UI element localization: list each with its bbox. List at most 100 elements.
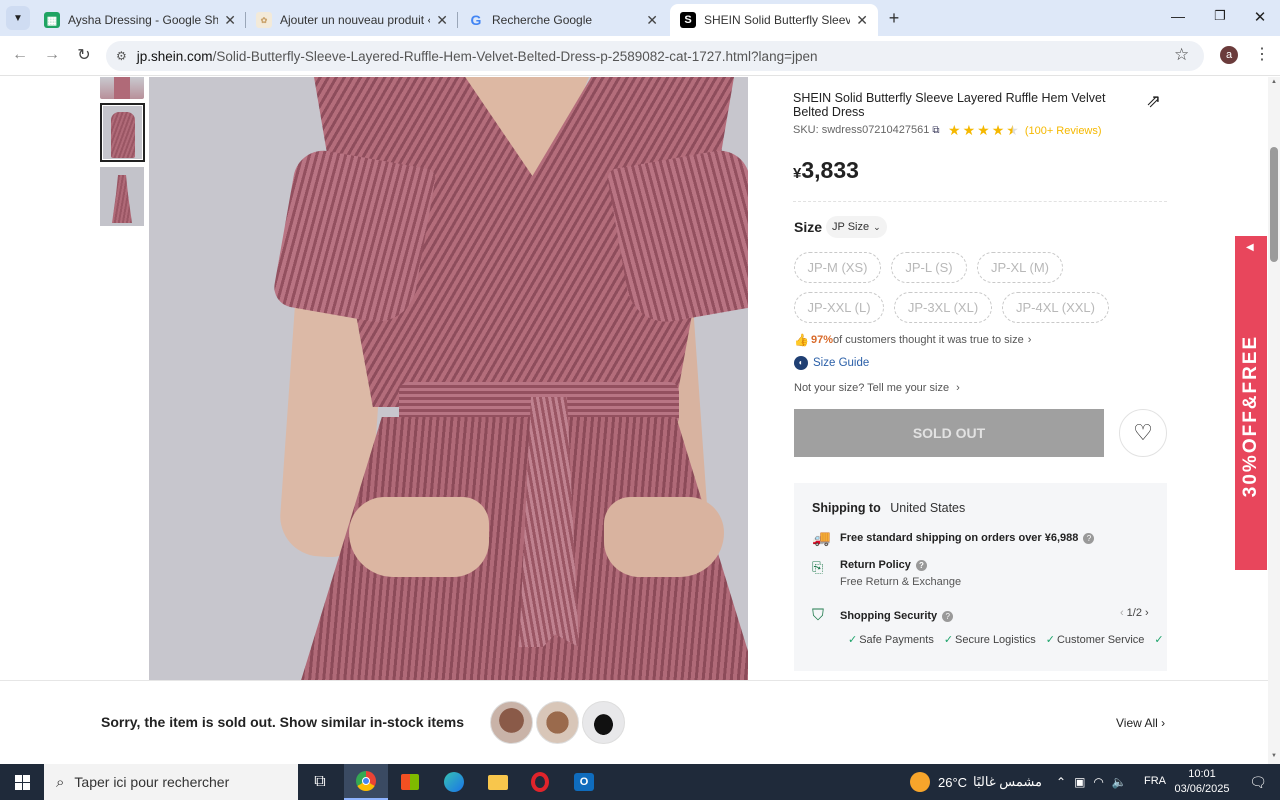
price: ¥3,833	[793, 157, 859, 184]
sold-out-bar: Sorry, the item is sold out. Show simila…	[0, 680, 1268, 764]
tab-google-search[interactable]: G Recherche Google ✕	[458, 4, 668, 36]
site-info-icon[interactable]: ⚙	[116, 49, 127, 63]
close-icon[interactable]: ✕	[646, 12, 658, 29]
close-icon[interactable]: ✕	[856, 12, 868, 29]
not-your-size-link[interactable]: Not your size? Tell me your size ›	[794, 382, 960, 394]
thumbnail-1[interactable]	[100, 77, 144, 99]
wishlist-button[interactable]: ♡	[1119, 409, 1167, 457]
security-items: ✓ Safe Payments ✓ Secure Logistics ✓ Custom…	[848, 633, 1166, 646]
reviews-link[interactable]: (100+ Reviews)	[1025, 125, 1102, 137]
avatar[interactable]: a	[1220, 46, 1238, 64]
thumbnail-2[interactable]	[100, 103, 145, 162]
scrollbar-down-arrow[interactable]: ▼	[1271, 753, 1277, 759]
notifications-icon[interactable]: 🗨	[1236, 764, 1280, 800]
promo-side-tab[interactable]: ◀ 30%OFF&FREE	[1235, 236, 1267, 570]
tab-search-dropdown[interactable]: ▼	[6, 6, 30, 30]
windows-start-button[interactable]	[0, 764, 44, 800]
google-icon: G	[470, 12, 482, 28]
size-option[interactable]: JP-XXL (L)	[794, 292, 884, 323]
volume-icon[interactable]: 🔈	[1112, 775, 1127, 789]
shipping-label: Shipping to	[812, 501, 881, 515]
copy-icon[interactable]: ⧉	[932, 125, 939, 136]
scrollbar-up-arrow[interactable]: ▲	[1271, 79, 1277, 85]
similar-item-thumb[interactable]	[536, 701, 579, 744]
close-window-button[interactable]: ✕	[1246, 8, 1274, 28]
info-icon[interactable]: ?	[942, 610, 954, 622]
size-system-dropdown[interactable]: JP Size ⌄	[826, 216, 887, 238]
free-shipping-row: 🚚 Free standard shipping on orders over …	[812, 529, 1095, 547]
security-item: ✓ Safe Payments	[848, 634, 934, 646]
close-icon[interactable]: ✕	[436, 12, 448, 29]
size-option[interactable]: JP-L (S)	[891, 252, 967, 283]
shein-icon: S	[680, 12, 696, 28]
site-favicon-icon: ✿	[256, 12, 272, 28]
similar-item-thumb[interactable]	[490, 701, 533, 744]
similar-item-thumb[interactable]	[582, 701, 625, 744]
address-bar[interactable]: ⚙ jp.shein.com/Solid-Butterfly-Sleeve-La…	[106, 41, 1204, 71]
outlook-taskbar-icon[interactable]: O	[562, 764, 606, 800]
size-guide-link[interactable]: ◐ Size Guide	[794, 356, 869, 370]
file-explorer-taskbar-icon[interactable]	[476, 764, 520, 800]
return-subtitle: Free Return & Exchange	[840, 576, 962, 588]
edge-taskbar-icon[interactable]	[432, 764, 476, 800]
security-item: ✓ Secure Logistics	[943, 634, 1036, 646]
tab-add-product[interactable]: ✿ Ajouter un nouveau produit ‹ Aysha ✕	[246, 4, 458, 36]
close-icon[interactable]: ✕	[224, 12, 236, 29]
clock[interactable]: 10:01 03/06/2025	[1172, 767, 1232, 797]
clock-time: 10:01	[1188, 768, 1216, 780]
back-button[interactable]: ←	[10, 46, 30, 66]
share-icon[interactable]: ⇗	[1146, 91, 1166, 111]
security-pager[interactable]: ‹ 1/2 ›	[1120, 607, 1149, 619]
chevron-right-icon[interactable]: ›	[1145, 607, 1149, 619]
heart-icon: ♡	[1133, 420, 1153, 445]
opera-taskbar-icon[interactable]	[518, 764, 562, 800]
tab-label: Aysha Dressing - Google Sheets	[68, 13, 219, 27]
return-policy-row[interactable]: ⎘ Return Policy ? Free Return & Exchange	[812, 559, 961, 588]
tab-label: Ajouter un nouveau produit ‹ Aysha	[280, 13, 430, 27]
wifi-icon[interactable]: ◠	[1093, 775, 1103, 789]
chrome-taskbar-icon[interactable]	[344, 764, 388, 800]
language-indicator[interactable]: FRA	[1144, 775, 1166, 787]
fit-feedback[interactable]: 👍 97% of customers thought it was true t…	[794, 333, 1031, 347]
show-hidden-icons-icon[interactable]: ⌃	[1056, 775, 1066, 789]
reload-button[interactable]: ↻	[74, 45, 94, 65]
size-label: Size	[794, 219, 823, 235]
view-all-link[interactable]: View All ›	[1116, 716, 1165, 730]
size-option[interactable]: JP-3XL (XL)	[894, 292, 992, 323]
taskbar-search-box[interactable]: ⌕ Taper ici pour rechercher	[44, 764, 298, 800]
task-view-icon[interactable]: ⧉	[298, 764, 342, 800]
size-option[interactable]: JP-XL (M)	[977, 252, 1063, 283]
rating-stars[interactable]: ★ ★ ★ ★ ★ (100+ Reviews)	[948, 122, 1102, 139]
url-host: jp.shein.com	[136, 48, 213, 64]
forward-button[interactable]: →	[42, 46, 62, 66]
meet-now-icon[interactable]: ▣	[1074, 775, 1085, 789]
sku-text: SKU: swdress07210427561	[793, 124, 930, 136]
chevron-right-icon: ›	[1027, 334, 1032, 346]
size-option[interactable]: JP-M (XS)	[794, 252, 881, 283]
tray-icons: ⌃ ▣ ◠ 🔈	[1056, 764, 1127, 800]
info-icon[interactable]: ?	[915, 559, 927, 571]
new-tab-button[interactable]: +	[884, 8, 904, 28]
menu-icon[interactable]: ⋮	[1254, 44, 1270, 64]
tab-shein-product[interactable]: S SHEIN Solid Butterfly Sleeve Layered ✕	[670, 4, 878, 36]
clock-date: 03/06/2025	[1174, 783, 1230, 795]
thumbnail-3[interactable]	[100, 167, 144, 226]
tab-label: Recherche Google	[492, 13, 593, 27]
chevron-left-icon[interactable]: ‹	[1120, 607, 1124, 619]
shipping-row[interactable]: Shipping to United States	[812, 501, 965, 515]
size-option[interactable]: JP-4XL (XXL)	[1002, 292, 1109, 323]
search-icon: ⌕	[56, 773, 65, 791]
main-product-image[interactable]	[149, 77, 748, 680]
weather-widget[interactable]: 26°C مشمس غالبًا	[910, 764, 1042, 800]
security-item-more: ✓	[1154, 634, 1164, 646]
sold-out-button[interactable]: SOLD OUT	[794, 409, 1104, 457]
page-scrollbar[interactable]: ▲ ▼	[1268, 77, 1280, 764]
tab-google-sheets[interactable]: ▦ Aysha Dressing - Google Sheets ✕	[34, 4, 246, 36]
restore-button[interactable]: ❐	[1206, 8, 1234, 28]
info-icon[interactable]: ?	[1083, 532, 1095, 544]
scrollbar-thumb[interactable]	[1270, 147, 1278, 262]
store-taskbar-icon[interactable]	[388, 764, 432, 800]
size-system-value: JP Size	[832, 221, 870, 233]
bookmark-star-icon[interactable]: ☆	[1174, 45, 1189, 65]
minimize-button[interactable]: —	[1164, 8, 1192, 28]
